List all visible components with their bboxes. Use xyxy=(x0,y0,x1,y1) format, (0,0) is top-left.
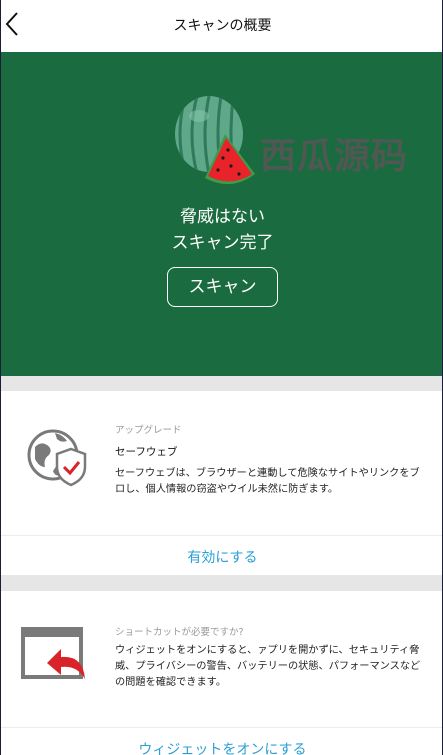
widget-shortcut-icon xyxy=(21,627,85,679)
safe-web-card: アップグレード セーフウェブ セーフウェブは、ブラウザーと連動して危険なサイトや… xyxy=(1,391,442,575)
top-bar: スキャンの概要 xyxy=(1,0,442,52)
scan-summary-screen: スキャンの概要 西瓜源码 脅威はない スキャン完了 スキャン アップグレード セ… xyxy=(0,0,443,755)
safe-web-description: セーフウェブは、ブラウザーと連動して危険なサイトやリンクをブロし、個人情報の窃盗… xyxy=(115,468,420,495)
section-divider xyxy=(1,376,442,391)
scan-complete-status: スキャン完了 xyxy=(171,233,274,253)
card-divider xyxy=(1,727,442,728)
scan-button[interactable]: スキャン xyxy=(167,267,278,307)
card-divider xyxy=(1,535,442,536)
watermelon-logo xyxy=(175,96,255,185)
enable-widget-link[interactable]: ウィジェットをオンにする xyxy=(1,739,442,755)
globe-shield-icon xyxy=(27,429,87,487)
watermark-text: 西瓜源码 xyxy=(260,136,409,177)
upgrade-tag: アップグレード xyxy=(115,425,182,436)
safe-web-title: セーフウェブ xyxy=(115,446,178,458)
enable-safe-web-link[interactable]: 有効にする xyxy=(1,547,442,567)
threat-status: 脅威はない xyxy=(180,207,265,227)
scan-result-banner: 西瓜源码 脅威はない スキャン完了 スキャン xyxy=(1,52,442,376)
shortcut-tag: ショートカットが必要ですか? xyxy=(115,627,244,638)
page-title: スキャンの概要 xyxy=(173,18,272,34)
widget-card: ショートカットが必要ですか? ウィジェットをオンにすると、ァプリを開かずに、セキ… xyxy=(1,591,442,755)
widget-description: ウィジェットをオンにすると、ァプリを開かずに、セキュリティ脅威、プライバシーの警… xyxy=(115,645,421,688)
section-divider xyxy=(1,575,442,591)
